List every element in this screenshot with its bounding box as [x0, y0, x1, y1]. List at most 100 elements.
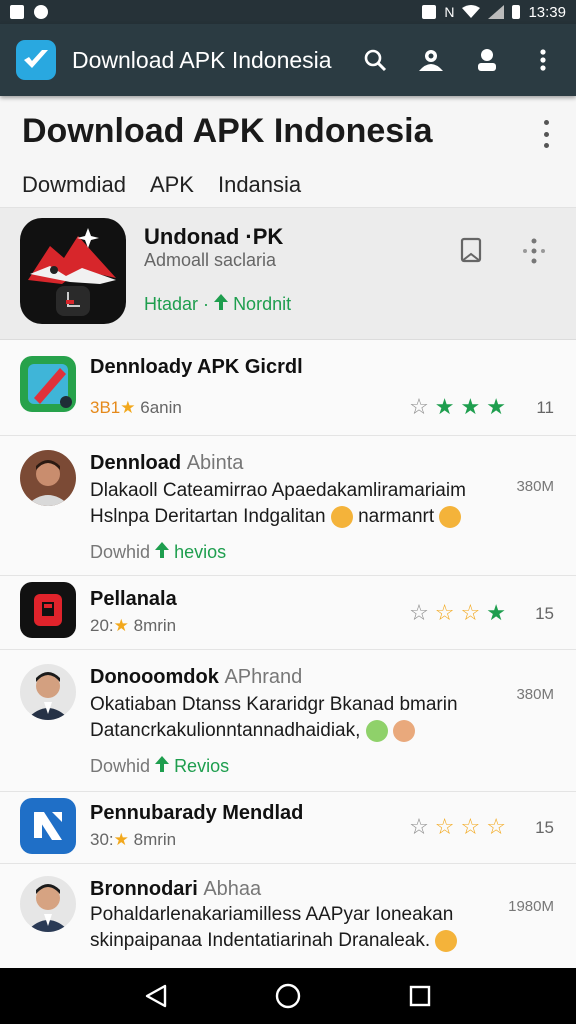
app-icon: [20, 798, 76, 854]
review-line-2-tail: narmanrt: [358, 506, 435, 527]
star-outline-icon: ☆: [460, 814, 481, 839]
review-line-2-text: skinpaipanaa Indentatiarinah Dranaleak.: [90, 930, 431, 951]
featured-app-icon: [20, 218, 126, 324]
home-icon[interactable]: [271, 979, 305, 1013]
star-outline-icon: ☆: [460, 600, 481, 625]
review-line-1: Okatiaban Dtanss Kararidgr Bkanad bmarin: [90, 694, 458, 715]
list-item[interactable]: Bronnodari Abhaa 1980M Pohaldarlenakaria…: [0, 864, 576, 968]
status-bar: N 13:39: [0, 0, 576, 24]
star-icon: ★: [113, 616, 129, 635]
star-empty-icon: ☆: [409, 394, 429, 419]
app-title: Dennloady APK Gicrdl: [90, 356, 303, 378]
app-meta-text: 6anin: [140, 398, 182, 417]
star-icon: ★: [120, 398, 136, 417]
rating-stars: ☆ ☆ ☆ ★: [409, 600, 506, 626]
category-chips: Dowmdiad APK Indansia: [22, 172, 301, 198]
rating-count: 15: [535, 818, 554, 837]
review-developer: Abinta: [186, 452, 244, 474]
featured-app-meta: Htadar · Nordnit: [144, 294, 291, 315]
account-icon[interactable]: [414, 43, 448, 77]
app-meta-text: 8mrin: [133, 830, 177, 849]
app-title: Download APK Indonesia: [72, 46, 332, 73]
reviews-link[interactable]: hevios: [155, 542, 226, 562]
smile-emoji-icon: [435, 929, 458, 952]
header-more-icon[interactable]: [534, 120, 558, 148]
app-meta: 3B1★ 6anin: [90, 398, 182, 418]
signal-icon: [488, 5, 505, 19]
star-empty-icon: ☆: [409, 814, 429, 839]
star-outline-icon: ☆: [486, 814, 506, 839]
page-header: Download APK Indonesia Dowmdiad APK Inda…: [0, 96, 576, 208]
vibrate-icon: [422, 5, 437, 19]
star-filled-icon: ★: [486, 600, 506, 625]
app-icon: [20, 582, 76, 638]
recents-icon[interactable]: [403, 979, 437, 1013]
review-developer: APhrand: [224, 666, 303, 688]
app-icon: [20, 356, 76, 412]
list-item[interactable]: Dennloady APK Gicrdl 3B1★ 6anin ☆ ★ ★ ★ …: [0, 340, 576, 436]
page-title: Download APK Indonesia: [22, 112, 433, 150]
smile-emoji-icon: [330, 505, 353, 528]
upload-arrow-icon: [155, 756, 170, 772]
hands-emoji-icon: [392, 719, 415, 742]
review-title: Dennload Abinta: [90, 452, 243, 475]
review-title: Bronnodari Abhaa: [90, 878, 261, 901]
review-author: Dennload: [90, 452, 182, 474]
app-size: 380M: [516, 478, 554, 495]
chip-indonesia[interactable]: Indansia: [218, 172, 301, 198]
app-size: 380M: [516, 686, 554, 703]
app-bar: Download APK Indonesia: [0, 24, 576, 96]
featured-app-card[interactable]: Undonad ·PK Admoall saclaria Htadar · No…: [0, 208, 576, 340]
chip-apk[interactable]: APK: [150, 172, 194, 198]
app-title: Pennubarady Mendlad: [90, 802, 304, 824]
star-outline-icon: ☆: [434, 600, 455, 625]
search-icon[interactable]: [358, 43, 392, 77]
battery-icon: [512, 5, 521, 19]
review-footer-left: Dowhid: [90, 542, 151, 562]
download-logo-icon[interactable]: [16, 40, 56, 80]
rating-stars: ☆ ☆ ☆ ☆: [409, 814, 506, 840]
star-empty-icon: ☆: [409, 600, 429, 625]
featured-app-title: Undonad ·PK: [144, 224, 284, 249]
smile-emoji-icon: [439, 505, 462, 528]
review-line-2-text: Datancrkakulionntannadhaidiak,: [90, 720, 361, 741]
star-icon: ★: [113, 830, 129, 849]
wifi-icon: [462, 5, 481, 18]
bookmark-icon[interactable]: [458, 236, 484, 266]
app-meta: 20:★ 8mrin: [90, 616, 176, 636]
chip-download[interactable]: Dowmdiad: [22, 172, 126, 198]
upload-arrow-icon: [155, 542, 170, 558]
star-filled-icon: ★: [434, 394, 455, 419]
avatar: [20, 450, 76, 506]
reviews-link-label: Revios: [174, 756, 230, 776]
more-vert-icon[interactable]: [526, 43, 560, 77]
nfc-icon: N: [444, 4, 455, 20]
review-line-1: Dlakaoll Cateamirrao Apaedakamliramariai…: [90, 480, 466, 501]
app-meta-number: 30:: [90, 830, 114, 849]
review-line-2: Datancrkakulionntannadhaidiak,: [90, 718, 415, 744]
app-meta-number: 20:: [90, 616, 114, 635]
app-list: Dennloady APK Gicrdl 3B1★ 6anin ☆ ★ ★ ★ …: [0, 340, 576, 968]
review-footer: Dowhid Revios: [90, 756, 229, 777]
location-icon: [34, 5, 48, 19]
review-footer-left: Dowhid: [90, 756, 151, 776]
star-outline-icon: ☆: [434, 814, 455, 839]
upload-arrow-icon: [214, 294, 229, 310]
back-icon[interactable]: [139, 979, 173, 1013]
review-author: Donooomdok: [90, 666, 219, 688]
list-item[interactable]: Pellanala 20:★ 8mrin ☆ ☆ ☆ ★ 15: [0, 576, 576, 650]
rating-count: 11: [536, 398, 554, 417]
app-size: 1980M: [508, 898, 554, 915]
person-icon[interactable]: [470, 43, 504, 77]
featured-meta-left: Htadar ·: [144, 294, 210, 314]
review-line-1: Pohaldarlenakariamilless AAPyar Ioneakan: [90, 904, 454, 925]
review-author: Bronnodari: [90, 878, 198, 900]
list-item[interactable]: Dennload Abinta 380M Dlakaoll Cateamirra…: [0, 436, 576, 576]
list-item[interactable]: Pennubarady Mendlad 30:★ 8mrin ☆ ☆ ☆ ☆ 1…: [0, 792, 576, 864]
reviews-link[interactable]: Revios: [155, 756, 229, 776]
rating-count: 15: [535, 604, 554, 623]
featured-more-icon[interactable]: [520, 236, 548, 266]
image-notification-icon: [10, 5, 24, 19]
list-item[interactable]: Donooomdok APhrand 380M Okatiaban Dtanss…: [0, 650, 576, 792]
featured-meta-right: Nordnit: [233, 294, 292, 314]
